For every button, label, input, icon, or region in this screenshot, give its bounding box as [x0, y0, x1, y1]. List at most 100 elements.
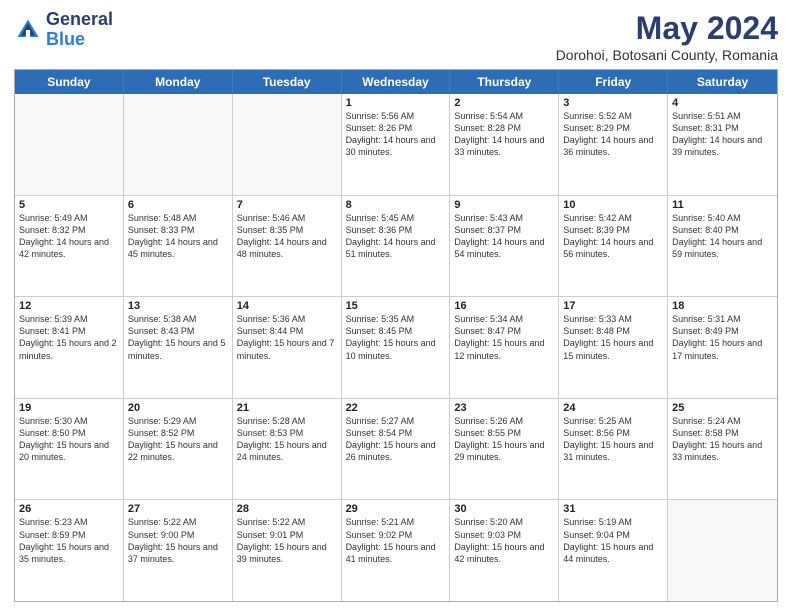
day-info: Sunrise: 5:56 AM Sunset: 8:26 PM Dayligh…	[346, 110, 446, 159]
calendar-cell-day-1: 1Sunrise: 5:56 AM Sunset: 8:26 PM Daylig…	[342, 94, 451, 195]
calendar-cell-day-28: 28Sunrise: 5:22 AM Sunset: 9:01 PM Dayli…	[233, 500, 342, 601]
day-info: Sunrise: 5:19 AM Sunset: 9:04 PM Dayligh…	[563, 516, 663, 565]
day-number: 27	[128, 503, 228, 515]
day-number: 14	[237, 300, 337, 312]
day-number: 13	[128, 300, 228, 312]
logo: General Blue	[14, 10, 113, 50]
calendar-cell-day-17: 17Sunrise: 5:33 AM Sunset: 8:48 PM Dayli…	[559, 297, 668, 398]
calendar-cell-day-24: 24Sunrise: 5:25 AM Sunset: 8:56 PM Dayli…	[559, 399, 668, 500]
day-number: 7	[237, 199, 337, 211]
day-number: 15	[346, 300, 446, 312]
calendar-cell-day-18: 18Sunrise: 5:31 AM Sunset: 8:49 PM Dayli…	[668, 297, 777, 398]
calendar-cell-empty	[233, 94, 342, 195]
day-number: 21	[237, 402, 337, 414]
day-number: 6	[128, 199, 228, 211]
day-info: Sunrise: 5:22 AM Sunset: 9:01 PM Dayligh…	[237, 516, 337, 565]
weekday-header-thursday: Thursday	[450, 70, 559, 94]
day-number: 19	[19, 402, 119, 414]
day-number: 25	[672, 402, 773, 414]
day-info: Sunrise: 5:36 AM Sunset: 8:44 PM Dayligh…	[237, 313, 337, 362]
day-info: Sunrise: 5:25 AM Sunset: 8:56 PM Dayligh…	[563, 415, 663, 464]
logo-blue: Blue	[46, 29, 85, 49]
day-info: Sunrise: 5:45 AM Sunset: 8:36 PM Dayligh…	[346, 212, 446, 261]
day-number: 10	[563, 199, 663, 211]
calendar-cell-day-12: 12Sunrise: 5:39 AM Sunset: 8:41 PM Dayli…	[15, 297, 124, 398]
day-number: 2	[454, 97, 554, 109]
day-number: 5	[19, 199, 119, 211]
day-number: 18	[672, 300, 773, 312]
subtitle: Dorohoi, Botosani County, Romania	[556, 47, 778, 63]
day-number: 20	[128, 402, 228, 414]
calendar-cell-day-6: 6Sunrise: 5:48 AM Sunset: 8:33 PM Daylig…	[124, 196, 233, 297]
calendar-row-4: 26Sunrise: 5:23 AM Sunset: 8:59 PM Dayli…	[15, 500, 777, 601]
calendar-cell-day-25: 25Sunrise: 5:24 AM Sunset: 8:58 PM Dayli…	[668, 399, 777, 500]
calendar-cell-day-26: 26Sunrise: 5:23 AM Sunset: 8:59 PM Dayli…	[15, 500, 124, 601]
page: General Blue May 2024 Dorohoi, Botosani …	[0, 0, 792, 612]
calendar-cell-day-31: 31Sunrise: 5:19 AM Sunset: 9:04 PM Dayli…	[559, 500, 668, 601]
calendar-row-0: 1Sunrise: 5:56 AM Sunset: 8:26 PM Daylig…	[15, 94, 777, 196]
day-info: Sunrise: 5:22 AM Sunset: 9:00 PM Dayligh…	[128, 516, 228, 565]
day-info: Sunrise: 5:51 AM Sunset: 8:31 PM Dayligh…	[672, 110, 773, 159]
logo-text: General Blue	[46, 10, 113, 50]
calendar-body: 1Sunrise: 5:56 AM Sunset: 8:26 PM Daylig…	[15, 94, 777, 601]
day-number: 8	[346, 199, 446, 211]
calendar-cell-empty	[15, 94, 124, 195]
day-number: 4	[672, 97, 773, 109]
day-number: 26	[19, 503, 119, 515]
calendar-cell-day-29: 29Sunrise: 5:21 AM Sunset: 9:02 PM Dayli…	[342, 500, 451, 601]
calendar-cell-day-10: 10Sunrise: 5:42 AM Sunset: 8:39 PM Dayli…	[559, 196, 668, 297]
main-title: May 2024	[556, 10, 778, 47]
day-info: Sunrise: 5:21 AM Sunset: 9:02 PM Dayligh…	[346, 516, 446, 565]
day-number: 3	[563, 97, 663, 109]
header: General Blue May 2024 Dorohoi, Botosani …	[14, 10, 778, 63]
day-info: Sunrise: 5:38 AM Sunset: 8:43 PM Dayligh…	[128, 313, 228, 362]
weekday-header-saturday: Saturday	[668, 70, 777, 94]
day-info: Sunrise: 5:34 AM Sunset: 8:47 PM Dayligh…	[454, 313, 554, 362]
weekday-header-monday: Monday	[124, 70, 233, 94]
calendar-cell-day-7: 7Sunrise: 5:46 AM Sunset: 8:35 PM Daylig…	[233, 196, 342, 297]
day-info: Sunrise: 5:46 AM Sunset: 8:35 PM Dayligh…	[237, 212, 337, 261]
day-number: 24	[563, 402, 663, 414]
day-number: 16	[454, 300, 554, 312]
day-info: Sunrise: 5:23 AM Sunset: 8:59 PM Dayligh…	[19, 516, 119, 565]
calendar-cell-day-13: 13Sunrise: 5:38 AM Sunset: 8:43 PM Dayli…	[124, 297, 233, 398]
calendar-cell-day-21: 21Sunrise: 5:28 AM Sunset: 8:53 PM Dayli…	[233, 399, 342, 500]
calendar-cell-day-3: 3Sunrise: 5:52 AM Sunset: 8:29 PM Daylig…	[559, 94, 668, 195]
calendar-row-3: 19Sunrise: 5:30 AM Sunset: 8:50 PM Dayli…	[15, 399, 777, 501]
calendar-cell-day-23: 23Sunrise: 5:26 AM Sunset: 8:55 PM Dayli…	[450, 399, 559, 500]
calendar-cell-day-14: 14Sunrise: 5:36 AM Sunset: 8:44 PM Dayli…	[233, 297, 342, 398]
calendar-cell-empty	[668, 500, 777, 601]
day-info: Sunrise: 5:49 AM Sunset: 8:32 PM Dayligh…	[19, 212, 119, 261]
day-number: 12	[19, 300, 119, 312]
day-number: 23	[454, 402, 554, 414]
title-block: May 2024 Dorohoi, Botosani County, Roman…	[556, 10, 778, 63]
day-info: Sunrise: 5:29 AM Sunset: 8:52 PM Dayligh…	[128, 415, 228, 464]
day-info: Sunrise: 5:28 AM Sunset: 8:53 PM Dayligh…	[237, 415, 337, 464]
calendar-cell-day-27: 27Sunrise: 5:22 AM Sunset: 9:00 PM Dayli…	[124, 500, 233, 601]
calendar-header: SundayMondayTuesdayWednesdayThursdayFrid…	[15, 70, 777, 94]
calendar-cell-day-5: 5Sunrise: 5:49 AM Sunset: 8:32 PM Daylig…	[15, 196, 124, 297]
weekday-header-wednesday: Wednesday	[342, 70, 451, 94]
day-number: 17	[563, 300, 663, 312]
logo-general: General	[46, 9, 113, 29]
day-number: 11	[672, 199, 773, 211]
day-number: 1	[346, 97, 446, 109]
day-info: Sunrise: 5:27 AM Sunset: 8:54 PM Dayligh…	[346, 415, 446, 464]
day-info: Sunrise: 5:43 AM Sunset: 8:37 PM Dayligh…	[454, 212, 554, 261]
calendar-cell-day-16: 16Sunrise: 5:34 AM Sunset: 8:47 PM Dayli…	[450, 297, 559, 398]
day-number: 28	[237, 503, 337, 515]
calendar-cell-day-11: 11Sunrise: 5:40 AM Sunset: 8:40 PM Dayli…	[668, 196, 777, 297]
calendar-cell-day-2: 2Sunrise: 5:54 AM Sunset: 8:28 PM Daylig…	[450, 94, 559, 195]
logo-icon	[14, 16, 42, 44]
day-info: Sunrise: 5:40 AM Sunset: 8:40 PM Dayligh…	[672, 212, 773, 261]
day-info: Sunrise: 5:26 AM Sunset: 8:55 PM Dayligh…	[454, 415, 554, 464]
calendar-row-2: 12Sunrise: 5:39 AM Sunset: 8:41 PM Dayli…	[15, 297, 777, 399]
weekday-header-tuesday: Tuesday	[233, 70, 342, 94]
day-info: Sunrise: 5:33 AM Sunset: 8:48 PM Dayligh…	[563, 313, 663, 362]
day-info: Sunrise: 5:35 AM Sunset: 8:45 PM Dayligh…	[346, 313, 446, 362]
calendar-cell-day-22: 22Sunrise: 5:27 AM Sunset: 8:54 PM Dayli…	[342, 399, 451, 500]
weekday-header-friday: Friday	[559, 70, 668, 94]
day-number: 29	[346, 503, 446, 515]
weekday-header-sunday: Sunday	[15, 70, 124, 94]
day-info: Sunrise: 5:39 AM Sunset: 8:41 PM Dayligh…	[19, 313, 119, 362]
